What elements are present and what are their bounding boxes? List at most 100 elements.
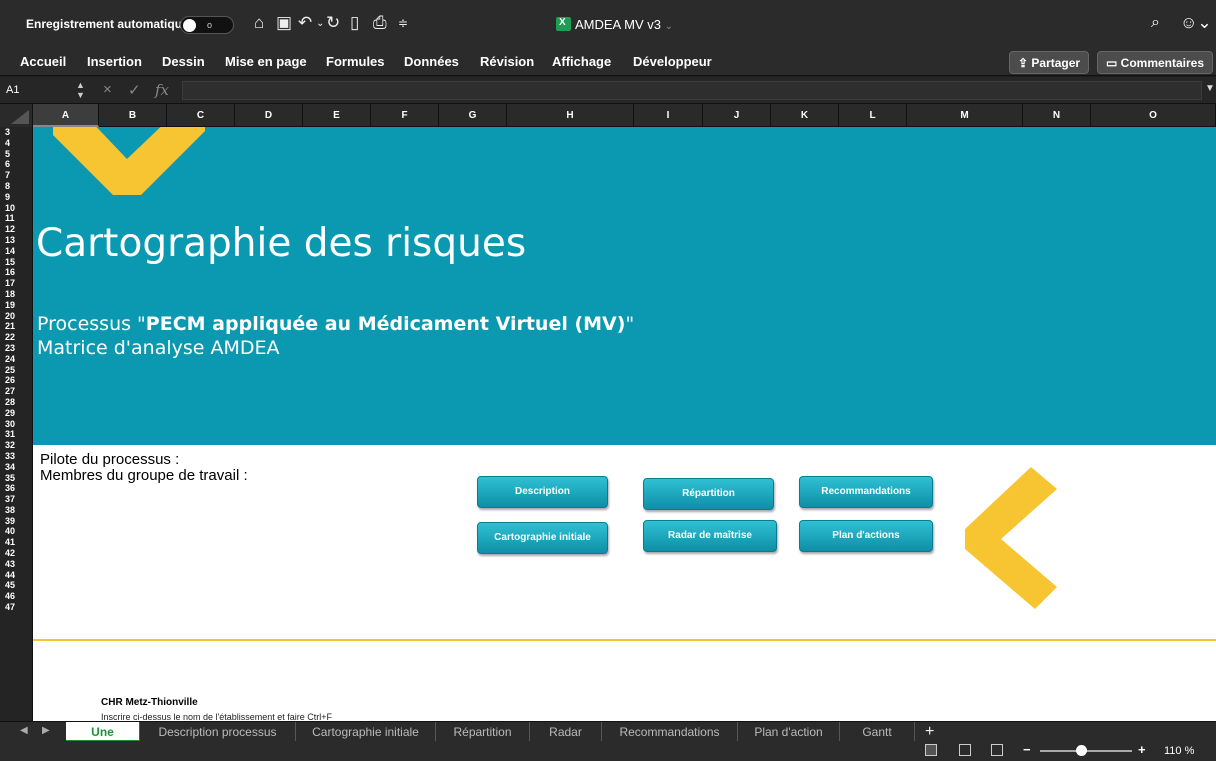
zoom-level[interactable]: 110 % — [1164, 745, 1194, 757]
sheet-tab-radar[interactable]: Radar — [530, 722, 602, 742]
plan-actions-button[interactable]: Plan d'actions — [799, 520, 933, 552]
column-header[interactable]: F — [371, 104, 439, 127]
autosave-toggle[interactable]: o — [180, 16, 234, 34]
page-layout-view-icon[interactable] — [959, 744, 971, 756]
description-button[interactable]: Description — [477, 476, 608, 508]
tab-affichage[interactable]: Affichage — [552, 54, 611, 69]
share-button[interactable]: ⇪ Partager — [1009, 51, 1090, 74]
row-header[interactable]: 22 — [0, 332, 32, 343]
row-header[interactable]: 8 — [0, 181, 32, 192]
row-header[interactable]: 41 — [0, 537, 32, 548]
emoji-icon[interactable]: ☺⌄ — [1180, 13, 1212, 33]
sheet-tab-plan[interactable]: Plan d'action — [738, 722, 840, 742]
row-header[interactable]: 6 — [0, 159, 32, 170]
row-header[interactable]: 45 — [0, 580, 32, 591]
row-header[interactable]: 40 — [0, 526, 32, 537]
row-header[interactable]: 20 — [0, 311, 32, 322]
column-header[interactable]: A — [33, 104, 99, 127]
cancel-icon[interactable]: × — [103, 81, 112, 98]
next-sheet-icon[interactable]: ▶ — [42, 725, 50, 736]
row-header[interactable]: 46 — [0, 591, 32, 602]
zoom-thumb[interactable] — [1076, 745, 1088, 756]
sheet-tab-cartographie[interactable]: Cartographie initiale — [296, 722, 436, 742]
row-header[interactable]: 12 — [0, 224, 32, 235]
row-header[interactable]: 15 — [0, 257, 32, 268]
document-title[interactable]: AMDEA MV v3 ⌄ — [556, 17, 673, 32]
row-header[interactable]: 28 — [0, 397, 32, 408]
name-box-stepper-icon[interactable]: ▲ ▼ — [76, 80, 85, 100]
add-sheet-icon[interactable]: + — [925, 722, 934, 742]
row-header[interactable]: 24 — [0, 354, 32, 365]
row-header[interactable]: 42 — [0, 548, 32, 559]
row-header[interactable]: 34 — [0, 462, 32, 473]
sheet-tab-repartition[interactable]: Répartition — [436, 722, 530, 742]
row-header[interactable]: 7 — [0, 170, 32, 181]
row-header[interactable]: 36 — [0, 483, 32, 494]
home-icon[interactable]: ⌂ — [254, 13, 264, 33]
row-header[interactable]: 11 — [0, 213, 32, 224]
row-header[interactable]: 13 — [0, 235, 32, 246]
row-header[interactable]: 27 — [0, 386, 32, 397]
search-icon[interactable]: ⌕ — [1151, 14, 1160, 32]
sheet-tab-recommandations[interactable]: Recommandations — [602, 722, 738, 742]
members-label[interactable]: Membres du groupe de travail : — [40, 468, 248, 484]
tab-mise-en-page[interactable]: Mise en page — [225, 54, 307, 69]
row-header[interactable]: 38 — [0, 505, 32, 516]
column-header[interactable]: M — [907, 104, 1023, 127]
row-header[interactable]: 23 — [0, 343, 32, 354]
radar-button[interactable]: Radar de maîtrise — [643, 520, 777, 552]
column-header[interactable]: B — [99, 104, 167, 127]
row-header[interactable]: 32 — [0, 440, 32, 451]
redo-icon[interactable]: ↻ — [326, 13, 340, 33]
row-header[interactable]: 30 — [0, 419, 32, 430]
column-header[interactable]: C — [167, 104, 235, 127]
row-header[interactable]: 33 — [0, 451, 32, 462]
tab-donnees[interactable]: Données — [404, 54, 459, 69]
row-header[interactable]: 47 — [0, 602, 32, 613]
row-header[interactable]: 14 — [0, 246, 32, 257]
tab-dessin[interactable]: Dessin — [162, 54, 205, 69]
name-box[interactable]: A1 — [6, 84, 19, 96]
row-header[interactable]: 16 — [0, 267, 32, 278]
row-header[interactable]: 39 — [0, 516, 32, 527]
column-header[interactable]: H — [507, 104, 634, 127]
row-header[interactable]: 4 — [0, 138, 32, 149]
row-header[interactable]: 19 — [0, 300, 32, 311]
tab-insertion[interactable]: Insertion — [87, 54, 142, 69]
confirm-icon[interactable]: ✓ — [128, 81, 141, 99]
row-header[interactable]: 5 — [0, 149, 32, 160]
sheet-tab-description[interactable]: Description processus — [140, 722, 296, 742]
row-header[interactable]: 9 — [0, 192, 32, 203]
row-header[interactable]: 43 — [0, 559, 32, 570]
row-header[interactable]: 37 — [0, 494, 32, 505]
column-header[interactable]: O — [1091, 104, 1216, 127]
sheet-tab-gantt[interactable]: Gantt — [840, 722, 915, 742]
worksheet[interactable]: Cartographie des risques Processus "PECM… — [33, 127, 1216, 721]
column-header[interactable]: D — [235, 104, 303, 127]
comments-button[interactable]: ▭ Commentaires — [1097, 51, 1214, 74]
cartographie-initiale-button[interactable]: Cartographie initiale — [477, 522, 608, 554]
prev-sheet-icon[interactable]: ◀ — [20, 725, 28, 736]
row-header[interactable]: 25 — [0, 365, 32, 376]
column-header[interactable]: L — [839, 104, 907, 127]
save-icon[interactable]: ▣ — [276, 13, 292, 33]
zoom-out-icon[interactable]: − — [1023, 742, 1031, 757]
row-header[interactable]: 44 — [0, 570, 32, 581]
page-break-view-icon[interactable] — [991, 744, 1003, 756]
row-header[interactable]: 10 — [0, 203, 32, 214]
select-all-corner[interactable] — [0, 104, 33, 127]
fx-icon[interactable]: fx — [155, 81, 169, 99]
repartition-button[interactable]: Répartition — [643, 478, 774, 510]
row-header[interactable]: 3 — [0, 127, 32, 138]
tab-revision[interactable]: Révision — [480, 54, 534, 69]
zoom-slider[interactable] — [1040, 745, 1132, 756]
recommandations-button[interactable]: Recommandations — [799, 476, 933, 508]
customize-icon[interactable]: ≑ — [398, 16, 408, 30]
row-header[interactable]: 18 — [0, 289, 32, 300]
column-header[interactable]: E — [303, 104, 371, 127]
zoom-in-icon[interactable]: + — [1138, 742, 1146, 757]
row-header[interactable]: 29 — [0, 408, 32, 419]
row-header[interactable]: 17 — [0, 278, 32, 289]
pilote-label[interactable]: Pilote du processus : — [40, 452, 248, 468]
tab-accueil[interactable]: Accueil — [20, 54, 66, 69]
